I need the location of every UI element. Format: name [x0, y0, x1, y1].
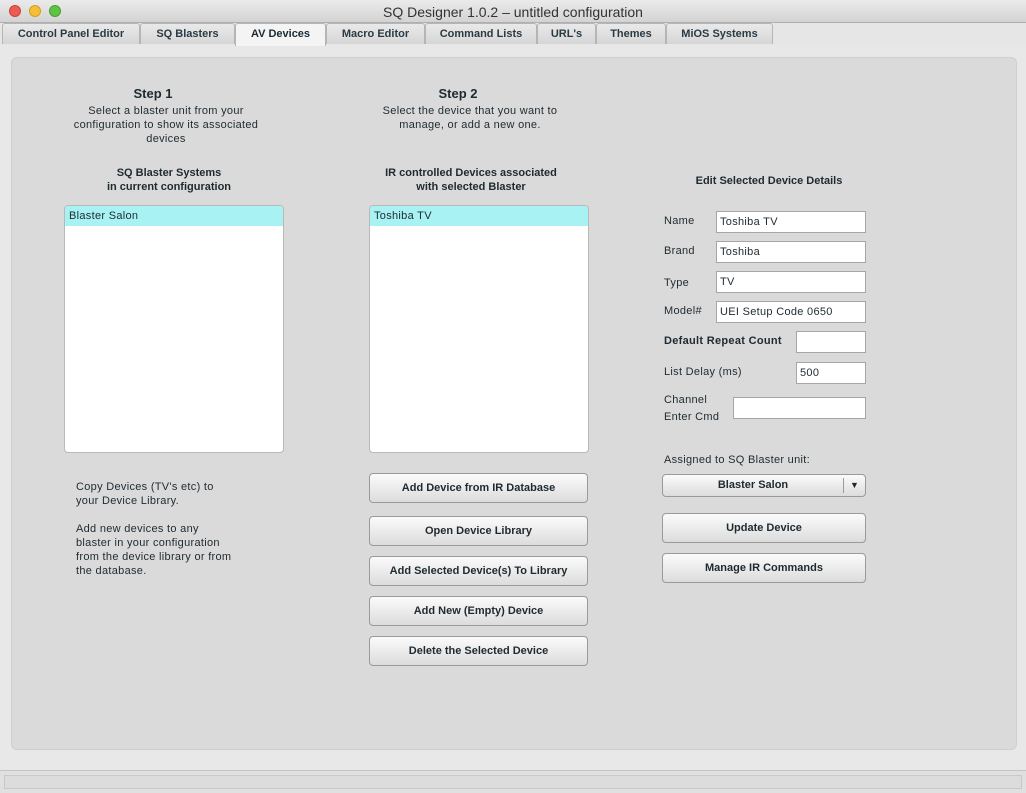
add-device-from-ir-database-button[interactable]: Add Device from IR Database: [369, 473, 588, 503]
list-delay-label: List Delay (ms): [664, 366, 742, 378]
assigned-blaster-select[interactable]: Blaster Salon ▼: [662, 474, 866, 497]
status-bar-field: [4, 775, 1022, 789]
assigned-blaster-label: Assigned to SQ Blaster unit:: [664, 454, 810, 466]
device-list-header: IR controlled Devices associated with se…: [385, 167, 557, 193]
chevron-down-icon[interactable]: ▼: [843, 478, 865, 493]
assigned-blaster-value: Blaster Salon: [717, 479, 789, 491]
device-list[interactable]: Toshiba TV: [369, 205, 589, 453]
blaster-list-header: SQ Blaster Systems in current configurat…: [106, 167, 232, 193]
list-item[interactable]: Blaster Salon: [65, 206, 283, 226]
add-selected-to-library-button[interactable]: Add Selected Device(s) To Library: [369, 556, 588, 586]
default-repeat-count-label: Default Repeat Count: [664, 335, 782, 347]
tab-themes[interactable]: Themes: [596, 23, 666, 44]
list-delay-field[interactable]: 500: [796, 362, 866, 384]
type-label: Type: [664, 277, 690, 289]
step1-help-text: Copy Devices (TV's etc) to your Device L…: [76, 481, 232, 577]
model-field[interactable]: UEI Setup Code 0650: [716, 301, 866, 323]
update-device-button[interactable]: Update Device: [662, 513, 866, 543]
manage-ir-commands-button[interactable]: Manage IR Commands: [662, 553, 866, 583]
default-repeat-count-field[interactable]: [796, 331, 866, 353]
tab-control-panel-editor[interactable]: Control Panel Editor: [2, 23, 140, 44]
delete-selected-device-button[interactable]: Delete the Selected Device: [369, 636, 588, 666]
step2-title: Step 2: [438, 86, 478, 101]
name-field[interactable]: Toshiba TV: [716, 211, 866, 233]
list-item[interactable]: Toshiba TV: [370, 206, 588, 226]
tab-mios-systems[interactable]: MiOS Systems: [666, 23, 773, 44]
step2-description: Select the device that you want to manag…: [382, 105, 558, 131]
tab-bar: Control Panel Editor SQ Blasters AV Devi…: [0, 23, 1026, 46]
step1-title: Step 1: [133, 86, 173, 101]
tab-command-lists[interactable]: Command Lists: [425, 23, 537, 44]
type-field[interactable]: TV: [716, 271, 866, 293]
channel-enter-cmd-label: Channel Enter Cmd: [664, 394, 720, 423]
details-heading: Edit Selected Device Details: [695, 175, 843, 187]
step1-description: Select a blaster unit from your configur…: [73, 105, 259, 145]
window-title: SQ Designer 1.0.2 – untitled configurati…: [383, 4, 643, 20]
tab-urls[interactable]: URL's: [537, 23, 596, 44]
tab-macro-editor[interactable]: Macro Editor: [326, 23, 425, 44]
title-bar: SQ Designer 1.0.2 – untitled configurati…: [0, 0, 1026, 23]
model-label: Model#: [664, 305, 702, 317]
tab-sq-blasters[interactable]: SQ Blasters: [140, 23, 235, 44]
brand-label: Brand: [664, 245, 695, 257]
tab-av-devices[interactable]: AV Devices: [235, 23, 326, 46]
name-label: Name: [664, 215, 695, 227]
channel-enter-cmd-field[interactable]: [733, 397, 866, 419]
blaster-list[interactable]: Blaster Salon: [64, 205, 284, 453]
status-bar: [0, 770, 1026, 793]
open-device-library-button[interactable]: Open Device Library: [369, 516, 588, 546]
add-new-empty-device-button[interactable]: Add New (Empty) Device: [369, 596, 588, 626]
brand-field[interactable]: Toshiba: [716, 241, 866, 263]
